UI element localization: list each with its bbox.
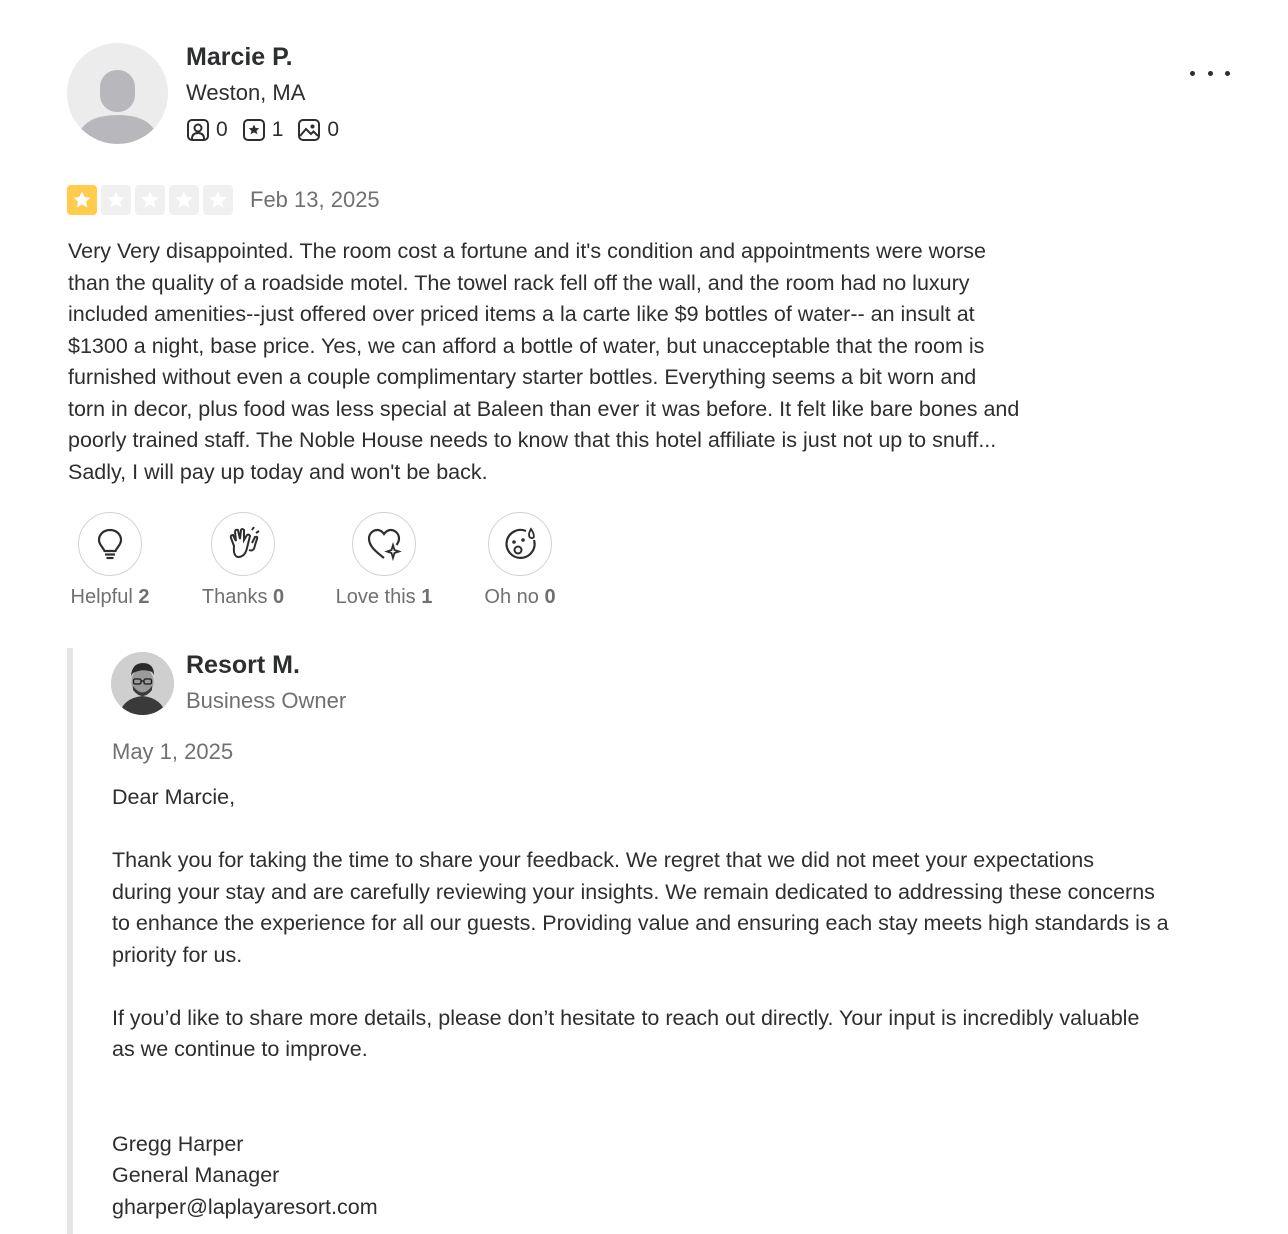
more-options-button[interactable] <box>1190 62 1230 84</box>
reviewer-location: Weston, MA <box>186 80 306 105</box>
reply-text: Dear Marcie, Thank you for taking the ti… <box>112 785 1169 1219</box>
reviewer-avatar[interactable] <box>67 43 168 144</box>
reviewer-stats: 0 1 0 <box>186 118 353 142</box>
helpful-count: 2 <box>138 586 150 608</box>
star-icon <box>209 191 227 208</box>
more-dot-icon <box>1190 70 1195 76</box>
waving-hands-icon <box>229 526 260 559</box>
owner-name[interactable]: Resort M. <box>186 651 300 680</box>
star-empty <box>135 185 165 215</box>
reaction-love-this[interactable]: Love this 1 <box>319 512 449 609</box>
star-rating <box>67 185 237 215</box>
oh-no-button[interactable] <box>488 512 552 576</box>
star-icon <box>141 191 159 208</box>
reviews-stat: 1 <box>242 118 284 142</box>
owner-role: Business Owner <box>186 688 347 713</box>
reaction-helpful[interactable]: Helpful 2 <box>45 512 175 609</box>
love-this-text: Love this <box>335 586 416 608</box>
star-empty <box>169 185 199 215</box>
owner-avatar[interactable] <box>111 652 174 715</box>
oh-no-count: 0 <box>544 586 556 608</box>
helpful-button[interactable] <box>78 512 142 576</box>
star-icon <box>73 191 91 208</box>
star-icon <box>175 191 193 208</box>
love-this-count: 1 <box>421 586 433 608</box>
star-empty <box>203 185 233 215</box>
love-this-label: Love this 1 <box>319 586 449 609</box>
love-this-button[interactable] <box>352 512 416 576</box>
surprised-face-icon <box>505 527 536 559</box>
reply-date: May 1, 2025 <box>112 739 234 764</box>
default-user-icon <box>67 43 168 144</box>
star-icon <box>107 191 125 208</box>
star-empty <box>101 185 131 215</box>
more-dot-icon <box>1225 70 1230 76</box>
review-star-icon <box>242 119 265 141</box>
photos-count: 0 <box>327 118 340 141</box>
review-text: Very Very disappointed. The room cost a … <box>68 239 1020 484</box>
friends-count: 0 <box>216 118 228 141</box>
oh-no-label: Oh no 0 <box>455 586 585 609</box>
helpful-label: Helpful 2 <box>45 586 175 609</box>
thanks-count: 0 <box>273 586 285 608</box>
thanks-text: Thanks <box>201 586 268 608</box>
heart-sparkle-icon <box>367 528 402 561</box>
oh-no-text: Oh no <box>484 586 539 608</box>
photo-icon <box>298 119 321 141</box>
reviewer-name[interactable]: Marcie P. <box>186 43 293 72</box>
owner-photo-icon <box>111 652 174 715</box>
reaction-oh-no[interactable]: Oh no 0 <box>455 512 585 609</box>
reaction-thanks[interactable]: Thanks 0 <box>178 512 308 609</box>
more-dot-icon <box>1207 70 1213 76</box>
reply-divider <box>67 648 73 1234</box>
photos-stat: 0 <box>297 118 339 142</box>
reviews-count: 1 <box>271 118 284 141</box>
review-date: Feb 13, 2025 <box>250 187 380 212</box>
star-filled <box>67 185 97 215</box>
thanks-label: Thanks 0 <box>178 586 308 609</box>
helpful-text: Helpful <box>70 586 133 608</box>
thanks-button[interactable] <box>211 512 275 576</box>
friends-stat: 0 <box>186 118 228 142</box>
lightbulb-icon <box>97 528 123 560</box>
friends-icon <box>187 119 209 141</box>
